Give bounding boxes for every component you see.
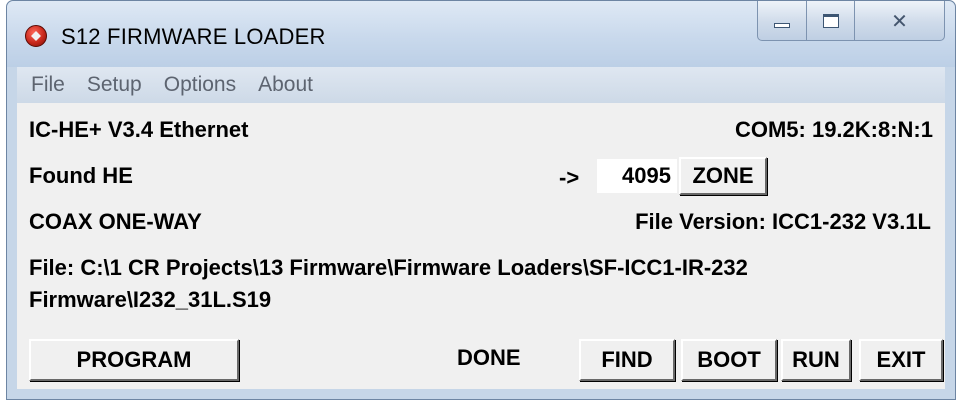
mode-label: COAX ONE-WAY xyxy=(29,209,202,234)
maximize-button[interactable] xyxy=(807,1,855,41)
file-version-label: File Version: ICC1-232 V3.1L xyxy=(635,209,931,234)
zone-button[interactable]: ZONE xyxy=(679,157,767,195)
menu-options[interactable]: Options xyxy=(164,73,236,97)
program-button[interactable]: PROGRAM xyxy=(29,339,239,381)
found-status-label: Found HE xyxy=(29,163,133,188)
menu-about[interactable]: About xyxy=(258,73,313,97)
menu-file[interactable]: File xyxy=(31,73,65,97)
app-icon[interactable] xyxy=(25,25,47,47)
maximize-icon xyxy=(822,13,839,28)
title-bar[interactable]: S12 FIRMWARE LOADER ✕ xyxy=(7,1,955,67)
find-button[interactable]: FIND xyxy=(579,339,675,381)
run-button[interactable]: RUN xyxy=(781,339,851,381)
minimize-button[interactable] xyxy=(757,1,807,41)
zone-arrow-label: -> xyxy=(559,165,580,190)
close-button[interactable]: ✕ xyxy=(855,1,945,41)
menu-setup[interactable]: Setup xyxy=(87,73,142,97)
zone-value-field[interactable]: 4095 xyxy=(597,159,677,193)
exit-button[interactable]: EXIT xyxy=(859,339,943,381)
boot-button[interactable]: BOOT xyxy=(681,339,777,381)
file-path-line-2: Firmware\I232_31L.S19 xyxy=(29,287,272,312)
menu-bar: File Setup Options About xyxy=(17,67,945,103)
minimize-icon xyxy=(774,23,790,28)
window-controls: ✕ xyxy=(757,1,945,45)
app-window: S12 FIRMWARE LOADER ✕ File Setup Options… xyxy=(6,0,956,400)
port-settings-label: COM5: 19.2K:8:N:1 xyxy=(734,117,933,142)
window-title: S12 FIRMWARE LOADER xyxy=(61,24,326,49)
window-frame-bottom xyxy=(7,389,955,399)
result-status-label: DONE xyxy=(457,345,521,370)
close-icon: ✕ xyxy=(891,8,908,33)
device-label: IC-HE+ V3.4 Ethernet xyxy=(29,117,249,142)
file-path-line-1: File: C:\1 CR Projects\13 Firmware\Firmw… xyxy=(29,255,748,280)
client-area: IC-HE+ V3.4 Ethernet COM5: 19.2K:8:N:1 F… xyxy=(17,103,945,391)
